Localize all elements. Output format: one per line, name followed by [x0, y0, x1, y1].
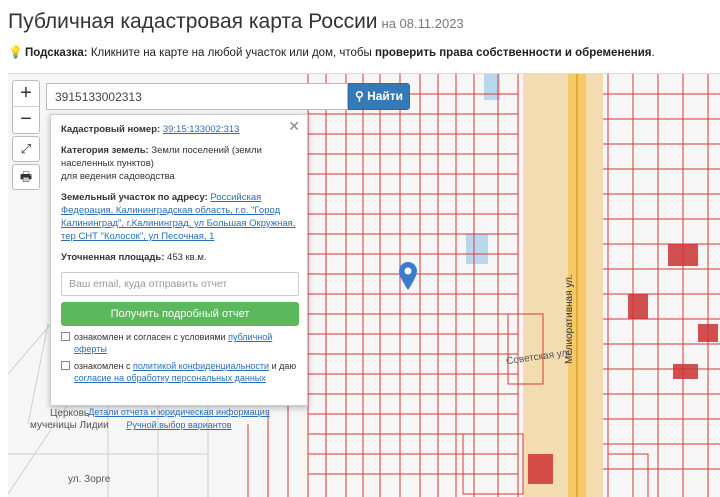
lightbulb-icon: 💡: [8, 45, 23, 59]
checkbox[interactable]: [61, 361, 70, 370]
page: Публичная кадастровая карта России на 08.…: [0, 0, 720, 497]
manual-select-link[interactable]: Ручной выбор вариантов: [126, 420, 231, 430]
popup-footer-links: Детали отчета и юридическая информация Р…: [61, 406, 297, 432]
agree-offer-checkbox[interactable]: ознакомлен и согласен с условиями публич…: [61, 331, 297, 355]
area-value: 453 кв.м.: [164, 252, 207, 263]
address-row: Земельный участок по адресу: Российская …: [61, 191, 297, 243]
search-button[interactable]: ⚲ Найти: [348, 83, 410, 110]
page-date: на 08.11.2023: [381, 16, 464, 31]
hint: 💡 Подсказка: Кликните на карте на любой у…: [8, 45, 655, 59]
zoom-out-button[interactable]: −: [13, 107, 39, 133]
close-icon[interactable]: ✕: [288, 118, 300, 135]
email-field[interactable]: Ваш email, куда отправить отчет: [61, 272, 299, 296]
usage-value: для ведения садоводства: [61, 171, 175, 182]
street-label-zorge: ул. Зорге: [68, 474, 111, 485]
get-report-button[interactable]: Получить подробный отчет: [61, 302, 299, 326]
area-label: Уточненная площадь:: [61, 252, 165, 263]
hint-bold: проверить права собственности и обремене…: [374, 47, 652, 59]
cadastral-map[interactable]: Мелиоративная ул. Церковь мученицы Лидии…: [8, 73, 720, 497]
parcel-popup: ✕ Кадастровый номер: 39:15:133002:313 Ка…: [50, 114, 308, 430]
agree-privacy-mid: и даю: [269, 361, 297, 371]
page-title: Публичная кадастровая карта России на 08.…: [8, 10, 464, 33]
zoom-control: + −: [12, 80, 40, 134]
search-button-label: Найти: [367, 89, 404, 103]
category-label: Категория земель:: [61, 145, 149, 156]
hint-prefix: Подсказка:: [24, 47, 88, 59]
fullscreen-button[interactable]: ⤢: [12, 136, 40, 162]
print-button[interactable]: 🖶: [12, 164, 40, 190]
zoom-in-button[interactable]: +: [13, 81, 39, 107]
cad-number-link[interactable]: 39:15:133002:313: [163, 124, 240, 135]
checkbox[interactable]: [61, 332, 70, 341]
agree-privacy-checkbox[interactable]: ознакомлен с политикой конфиденциальност…: [61, 360, 297, 384]
hint-text: Кликните на карте на любой участок или д…: [87, 47, 375, 59]
consent-link[interactable]: согласие на обработку персональных данны…: [74, 373, 266, 383]
cad-number-row: Кадастровый номер: 39:15:133002:313: [61, 123, 297, 136]
search-input[interactable]: 3915133002313: [46, 83, 348, 110]
agree-privacy-text: ознакомлен с: [74, 361, 133, 371]
expand-icon: ⤢: [20, 141, 32, 156]
category-row: Категория земель: Земли поселений (земли…: [61, 144, 297, 183]
header: Публичная кадастровая карта России на 08.…: [8, 10, 464, 34]
map-pin-icon[interactable]: [399, 262, 417, 295]
address-label: Земельный участок по адресу:: [61, 192, 208, 203]
print-icon: 🖶: [19, 169, 33, 184]
details-link[interactable]: Детали отчета и юридическая информация: [88, 407, 269, 417]
cad-number-label: Кадастровый номер:: [61, 124, 161, 135]
area-row: Уточненная площадь: 453 кв.м.: [61, 251, 297, 264]
agree-offer-text: ознакомлен и согласен с условиями: [74, 332, 229, 342]
search-icon: ⚲: [354, 89, 364, 103]
hint-suffix: .: [651, 47, 655, 59]
privacy-link[interactable]: политикой конфиденциальности: [133, 361, 269, 371]
